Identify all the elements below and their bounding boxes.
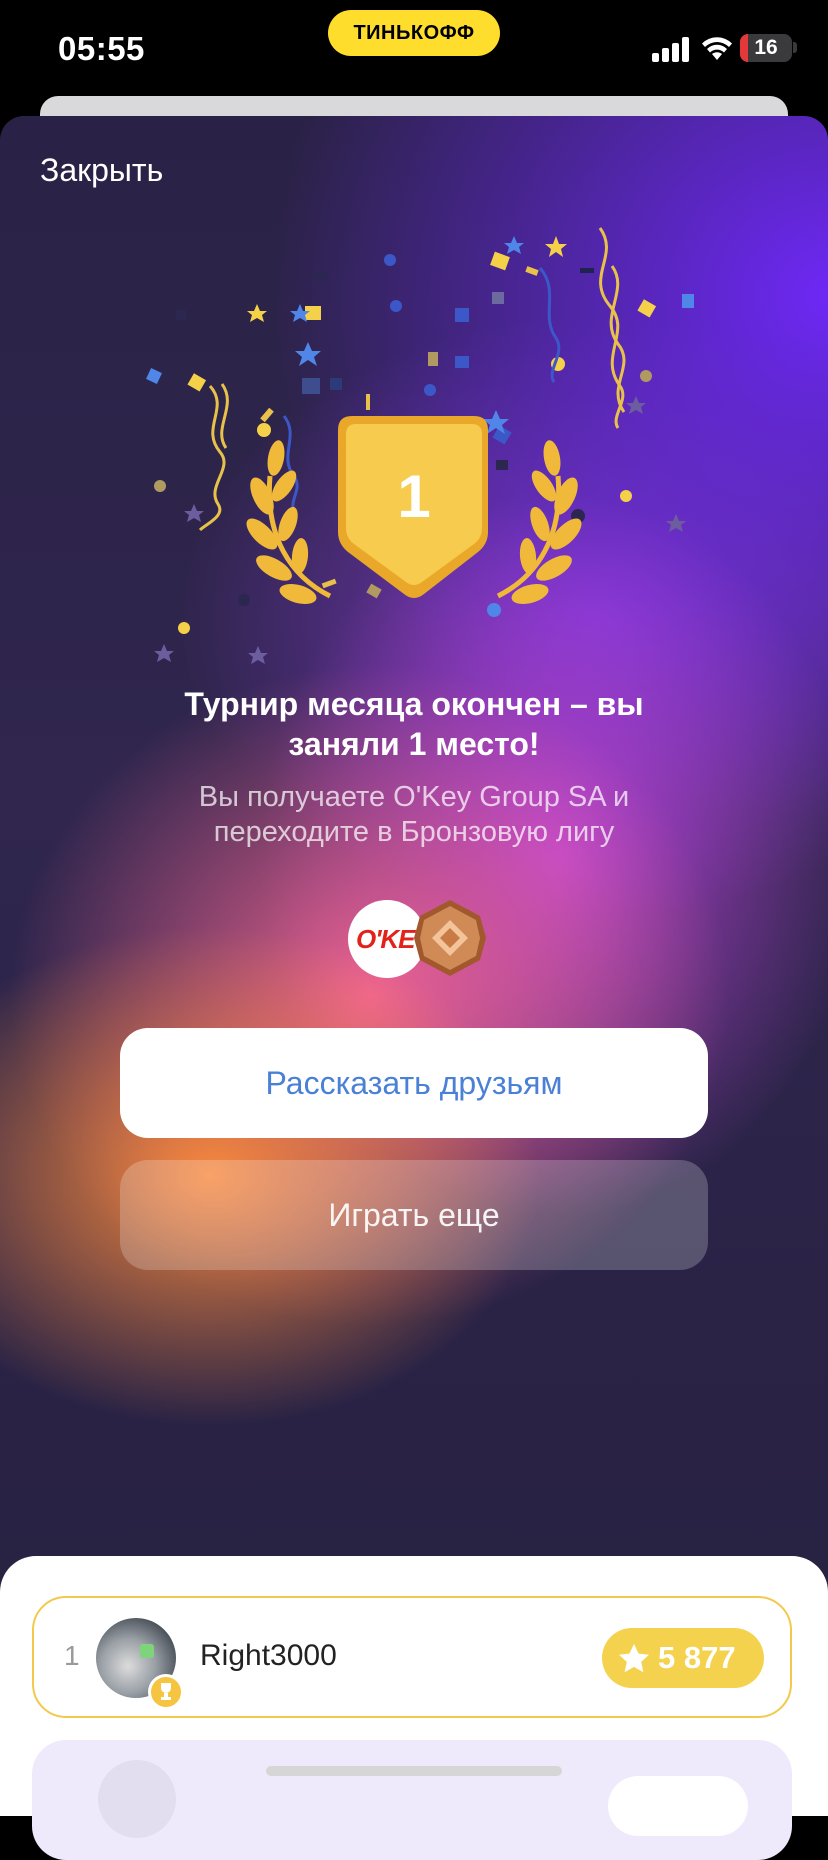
play-again-button[interactable]: Играть еще (120, 1160, 708, 1270)
star-icon (619, 1644, 649, 1673)
battery-tip (793, 42, 797, 53)
score-badge (608, 1776, 748, 1836)
place-number: 1 (397, 463, 431, 530)
share-with-friends-button[interactable]: Рассказать друзьям (120, 1028, 708, 1138)
row-rank: 1 (64, 1640, 80, 1671)
avatar (98, 1760, 176, 1838)
leaderboard-sheet: 1 Right3000 5 877 (0, 1556, 828, 1860)
laurel-left-icon (246, 440, 332, 604)
result-headline: Турнир месяца окончен – вы заняли 1 мест… (184, 686, 644, 762)
leaderboard-row[interactable] (32, 1740, 792, 1860)
battery-icon: 16 (740, 34, 792, 62)
laurel-right-icon (496, 440, 582, 604)
battery-level: 16 (754, 36, 778, 59)
reward-description: Вы получаете O'Key Group SA и переходите… (198, 781, 630, 848)
confetti-illustration (146, 227, 694, 664)
username: Right3000 (200, 1639, 337, 1672)
brand-pill: ТИНЬКОФФ (328, 10, 500, 56)
trophy-icon (148, 1674, 184, 1710)
score-badge: 5 877 (602, 1628, 764, 1688)
status-time: 05:55 (58, 30, 145, 67)
score-value: 5 877 (658, 1640, 736, 1675)
status-bar: 05:55 ТИНЬКОФФ 16 (0, 0, 828, 100)
bronze-league-icon (414, 900, 486, 976)
leaderboard-row[interactable]: 1 Right3000 5 877 (32, 1596, 792, 1718)
cellular-signal-icon (652, 36, 692, 62)
home-indicator[interactable] (266, 1766, 562, 1776)
wifi-icon (702, 37, 732, 60)
